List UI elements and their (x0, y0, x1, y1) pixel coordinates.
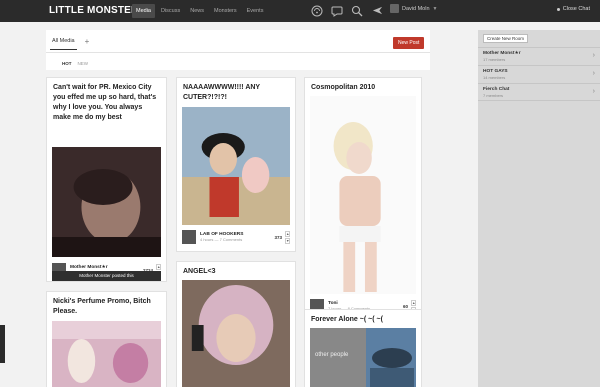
post-image[interactable]: other people (310, 328, 416, 387)
image-caption: other people (315, 352, 349, 358)
post-title[interactable]: Cosmopolitan 2010 (305, 78, 421, 98)
chat-room-item[interactable]: Mother Monst★r 17 members › (478, 47, 600, 65)
post-card[interactable]: Forever Alone ~( ~( ~( other people (304, 309, 422, 387)
nav-discuss[interactable]: Discuss (157, 4, 184, 18)
tab-divider (46, 52, 430, 53)
post-card[interactable]: NAAAAWWWW!!!! ANY CUTER?!?!?! LAB OF HOO… (176, 77, 296, 252)
author-avatar[interactable] (182, 230, 196, 244)
post-title[interactable]: Can't wait for PR. Mexico City you effed… (47, 78, 166, 128)
tab-header-panel (46, 30, 430, 70)
room-members: 17 members (483, 57, 506, 62)
sort-toggle: HOT NEW (62, 61, 88, 66)
top-nav: Media Discuss News Monsters Events (132, 4, 267, 18)
username: David Moln (402, 5, 430, 12)
post-card[interactable]: Can't wait for PR. Mexico City you effed… (46, 77, 167, 282)
nav-events[interactable]: Events (243, 4, 268, 18)
nav-media[interactable]: Media (132, 4, 155, 18)
nav-monsters[interactable]: Monsters (210, 4, 241, 18)
close-chat-label: Close Chat (562, 6, 590, 12)
avatar (390, 4, 399, 13)
post-image[interactable] (310, 96, 416, 294)
vote-score: 60 (402, 303, 408, 309)
room-members: 7 members (483, 93, 504, 98)
chevron-right-icon: › (592, 88, 595, 95)
chat-room-item[interactable]: Fierch Chat 7 members › (478, 83, 600, 101)
chat-room-item[interactable]: HOT GAYS 14 members › (478, 65, 600, 83)
user-menu[interactable]: David Moln ▼ (390, 4, 437, 13)
top-icon-group (310, 4, 363, 17)
post-meta: LAB OF HOOKERS 4 hours — 7 Comments 373 … (182, 228, 290, 246)
chat-dot-icon (556, 7, 560, 11)
chevron-down-icon: ▼ (432, 5, 438, 12)
room-name: HOT GAYS (483, 69, 508, 74)
post-image[interactable] (182, 280, 290, 387)
downvote-icon[interactable]: ▼ (285, 237, 290, 244)
left-edge-tab[interactable] (0, 325, 5, 363)
upvote-icon[interactable]: ▲ (285, 230, 290, 237)
room-members: 14 members (483, 75, 506, 80)
plane-icon[interactable] (372, 5, 383, 16)
chevron-right-icon: › (592, 52, 595, 59)
brand-logo[interactable]: LITTLE MONSTERS (49, 5, 145, 16)
upvote-icon[interactable]: ▲ (411, 299, 416, 306)
post-title[interactable]: ANGEL<3 (177, 262, 295, 282)
sort-hot[interactable]: HOT (62, 61, 72, 66)
post-image[interactable] (182, 107, 290, 225)
sort-new[interactable]: NEW (78, 61, 89, 66)
post-title[interactable]: NAAAAWWWW!!!! ANY CUTER?!?!?! (177, 78, 295, 108)
room-name: Fierch Chat (483, 87, 510, 92)
chevron-right-icon: › (592, 70, 595, 77)
post-title[interactable]: Forever Alone ~( ~( ~( (305, 310, 421, 330)
create-room-button[interactable]: Create New Room (483, 34, 528, 43)
post-card[interactable]: Nicki's Perfume Promo, Bitch Please. (46, 291, 167, 387)
search-icon[interactable] (350, 4, 363, 17)
new-post-button[interactable]: New Post (393, 37, 425, 49)
post-card[interactable]: Cosmopolitan 2010 Toni 7 hours — 8 Comme… (304, 77, 422, 320)
close-chat-button[interactable]: Close Chat (556, 6, 590, 12)
add-tab-button[interactable]: + (85, 38, 90, 50)
media-tabs: All Media + (50, 36, 89, 50)
post-stats: 4 hours — 7 Comments (200, 237, 243, 242)
tab-all-media[interactable]: All Media (50, 36, 77, 50)
speech-bubble-icon[interactable] (330, 4, 343, 17)
wifi-icon[interactable] (310, 4, 323, 17)
room-name: Mother Monst★r (483, 51, 521, 56)
post-image[interactable] (52, 147, 161, 257)
nav-news[interactable]: News (186, 4, 208, 18)
posted-by-banner: Mother Monster posted this (52, 271, 161, 281)
vote-controls: ▲ ▼ (285, 230, 290, 244)
vote-score: 373 (274, 234, 282, 240)
post-image[interactable] (52, 321, 161, 387)
main-content: All Media + New Post HOT NEW Can't wait … (0, 22, 476, 387)
post-card[interactable]: ANGEL<3 (176, 261, 296, 387)
post-title[interactable]: Nicki's Perfume Promo, Bitch Please. (47, 292, 166, 322)
upvote-icon[interactable]: ▲ (156, 263, 161, 270)
